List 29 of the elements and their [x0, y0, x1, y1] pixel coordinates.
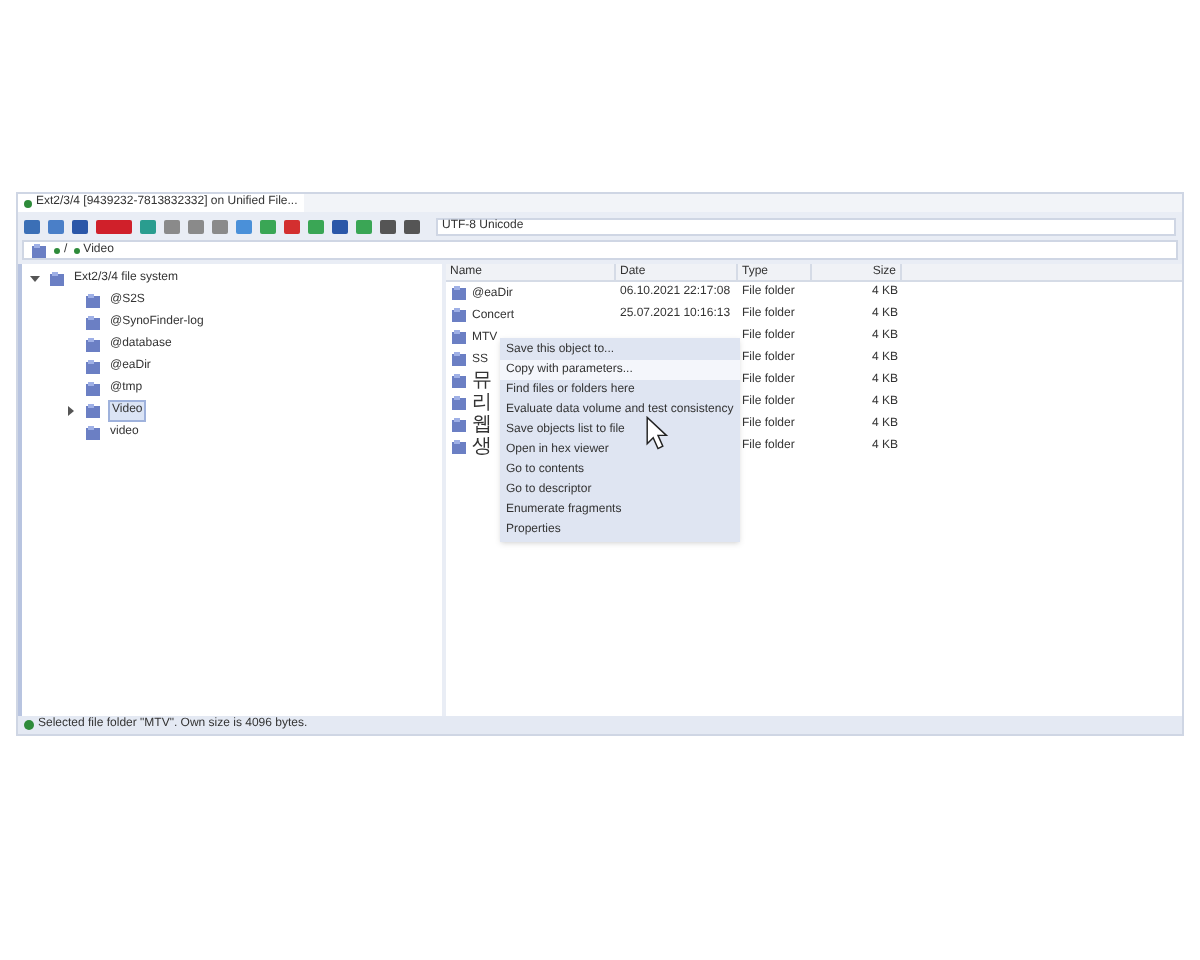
file-name[interactable]: 뮤 [472, 371, 492, 391]
folder-icon [84, 336, 102, 354]
folder-icon [450, 394, 468, 412]
folder-icon [84, 380, 102, 398]
collapsed-arrow-icon[interactable] [66, 406, 76, 416]
folder-icon [48, 270, 66, 288]
folder-icon [84, 358, 102, 376]
folder-icon [450, 328, 468, 346]
folder-icon [30, 241, 48, 259]
folder-icon [450, 306, 468, 324]
toolbar-icon[interactable] [96, 219, 132, 233]
folder-icon [450, 284, 468, 302]
folder-icon [84, 402, 102, 420]
dot-icon [24, 199, 32, 207]
folder-icon [84, 314, 102, 332]
status-icon [24, 720, 34, 730]
bullet-icon [54, 247, 60, 253]
file-name[interactable]: 생 [472, 437, 492, 457]
folder-icon [450, 350, 468, 368]
folder-icon [450, 438, 468, 456]
folder-icon [450, 372, 468, 390]
bullet-icon [73, 247, 80, 253]
file-name[interactable]: 웹 [472, 415, 492, 435]
folder-icon [84, 424, 102, 442]
mouse-cursor-icon [646, 416, 670, 450]
expanded-arrow-icon[interactable] [30, 274, 40, 284]
file-name[interactable]: 리 [472, 393, 492, 413]
folder-icon [450, 416, 468, 434]
folder-icon [84, 292, 102, 310]
